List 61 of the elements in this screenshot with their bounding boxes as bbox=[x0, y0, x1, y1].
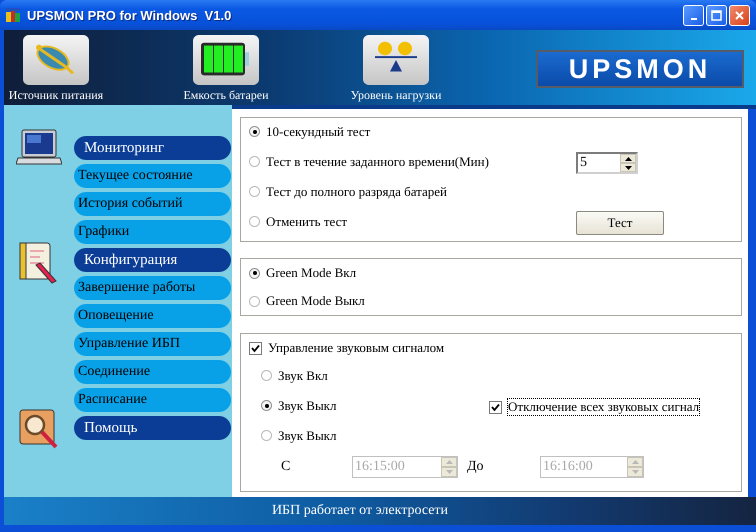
to-label: До bbox=[467, 459, 485, 475]
radio-dot-icon bbox=[252, 271, 256, 275]
logo: UPSMON bbox=[536, 50, 744, 88]
radio-button[interactable] bbox=[249, 156, 260, 168]
checkbox[interactable] bbox=[489, 400, 502, 414]
maximize-icon bbox=[711, 10, 722, 20]
plug-icon bbox=[23, 35, 89, 85]
down-arrow-icon[interactable] bbox=[624, 166, 632, 170]
radio-label[interactable]: Green Mode Вкл bbox=[266, 265, 356, 281]
radio-button[interactable] bbox=[249, 268, 260, 278]
toolbar-button[interactable]: Источник питания bbox=[4, 35, 108, 102]
from-label: С bbox=[281, 459, 292, 475]
balance-icon bbox=[363, 35, 429, 85]
radio-label[interactable]: Отменить тест bbox=[266, 214, 348, 230]
sidebar-item[interactable]: Соединение bbox=[74, 360, 231, 384]
close-icon bbox=[734, 10, 745, 20]
minimize-button[interactable] bbox=[683, 4, 704, 26]
radio-dot-icon bbox=[252, 130, 256, 134]
sidebar-item[interactable]: Оповещение bbox=[74, 304, 231, 328]
test-button[interactable]: Тест bbox=[576, 211, 664, 235]
radio-label[interactable]: Тест до полного разряда батарей bbox=[266, 184, 447, 200]
sidebar-item[interactable]: Расписание bbox=[74, 388, 231, 412]
checkbox-label[interactable]: Управление звуковым сигналом bbox=[268, 340, 444, 356]
radio-button[interactable] bbox=[249, 186, 260, 198]
sidebar-section[interactable]: Помощь bbox=[74, 416, 231, 440]
minimize-icon bbox=[690, 18, 696, 20]
toolbar-button[interactable]: Емкость батареи bbox=[174, 35, 278, 102]
sidebar-item[interactable]: Управление ИБП bbox=[74, 332, 231, 356]
battery-icon bbox=[193, 35, 259, 85]
close-button[interactable] bbox=[729, 4, 750, 26]
radio-label[interactable]: Тест в течение заданного времени(Мин) bbox=[266, 154, 489, 170]
toolbar-button[interactable]: Уровень нагрузки bbox=[344, 35, 448, 102]
radio-label[interactable]: Звук Вкл bbox=[278, 368, 328, 384]
sidebar-item[interactable]: Графики bbox=[74, 220, 231, 244]
status-text: ИБП работает от электросети bbox=[272, 503, 448, 519]
radio-button[interactable] bbox=[261, 400, 272, 412]
sidebar-item[interactable]: История событий bbox=[74, 192, 231, 216]
sidebar-section[interactable]: Конфигурация bbox=[74, 248, 231, 272]
sidebar-section[interactable]: Мониторинг bbox=[74, 136, 231, 160]
radio-label[interactable]: Green Mode Выкл bbox=[266, 293, 365, 309]
up-arrow-icon[interactable] bbox=[624, 156, 632, 160]
radio-label[interactable]: Звук Выкл bbox=[278, 428, 336, 444]
checkmark-icon bbox=[491, 402, 500, 412]
radio-button[interactable] bbox=[249, 126, 260, 138]
radio-dot-icon bbox=[264, 404, 268, 408]
radio-button[interactable] bbox=[249, 216, 260, 228]
app-icon bbox=[5, 7, 21, 23]
sidebar-item[interactable]: Текущее состояние bbox=[74, 164, 231, 188]
laptop-icon bbox=[16, 129, 62, 167]
spin-field[interactable]: 5 bbox=[576, 152, 638, 174]
maximize-button[interactable] bbox=[706, 4, 727, 26]
checkmark-icon bbox=[251, 344, 260, 352]
radio-button[interactable] bbox=[249, 296, 260, 306]
radio-button[interactable] bbox=[261, 430, 272, 442]
checkbox[interactable] bbox=[249, 342, 262, 354]
radio-label[interactable]: 10-секундный тест bbox=[266, 124, 370, 140]
window-title: UPSMON PRO for Windows V1.0 bbox=[27, 8, 232, 22]
checkbox-label[interactable]: Отключение всех звуковых сигнал bbox=[508, 399, 700, 415]
radio-button[interactable] bbox=[261, 370, 272, 382]
sidebar-item[interactable]: Завершение работы bbox=[74, 276, 231, 300]
radio-label[interactable]: Звук Выкл bbox=[278, 398, 336, 414]
